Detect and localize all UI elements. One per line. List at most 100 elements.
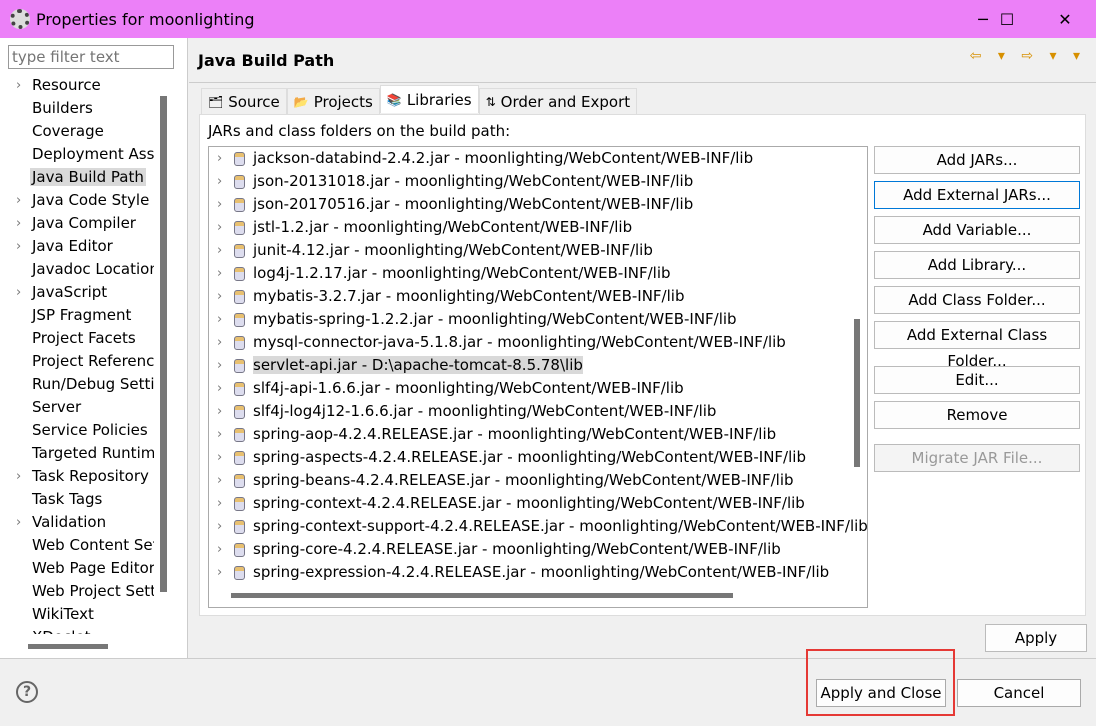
list-horizontal-scrollbar[interactable] <box>231 593 733 598</box>
remove-button[interactable]: Remove <box>874 401 1080 429</box>
tree-item[interactable]: › Java Code Style <box>8 189 154 212</box>
chevron-right-icon[interactable]: › <box>217 354 222 377</box>
jar-list-item[interactable]: › jstl-1.2.jar - moonlighting/WebContent/… <box>209 216 867 239</box>
tree-item[interactable]: Service Policies <box>8 419 154 442</box>
jar-list-item[interactable]: › slf4j-api-1.6.6.jar - moonlighting/WebC… <box>209 377 867 400</box>
add-external-class-folder-button[interactable]: Add External Class Folder... <box>874 321 1080 370</box>
chevron-right-icon[interactable]: › <box>217 423 222 446</box>
jar-list-item[interactable]: › spring-aop-4.2.4.RELEASE.jar - moonligh… <box>209 423 867 446</box>
jar-list-item[interactable]: › spring-context-4.2.4.RELEASE.jar - moon… <box>209 492 867 515</box>
tree-item[interactable]: Server <box>8 396 154 419</box>
chevron-right-icon[interactable]: › <box>217 446 222 469</box>
chevron-right-icon[interactable]: › <box>217 492 222 515</box>
chevron-right-icon[interactable]: › <box>217 308 222 331</box>
add-library-button[interactable]: Add Library... <box>874 251 1080 279</box>
jar-icon <box>234 313 245 327</box>
chevron-right-icon[interactable]: › <box>217 147 222 170</box>
tab-source[interactable]: 🗂 Source <box>201 88 287 114</box>
chevron-right-icon[interactable]: › <box>16 511 21 534</box>
add-variable-button[interactable]: Add Variable... <box>874 216 1080 244</box>
close-button[interactable]: ✕ <box>1040 0 1090 38</box>
chevron-right-icon[interactable]: › <box>217 377 222 400</box>
cancel-button[interactable]: Cancel <box>957 679 1081 707</box>
help-icon[interactable]: ? <box>16 681 38 703</box>
tree-item[interactable]: Builders <box>8 97 154 120</box>
tab-libraries[interactable]: 📚 Libraries <box>379 85 479 113</box>
tree-item[interactable]: JSP Fragment <box>8 304 154 327</box>
chevron-right-icon[interactable]: › <box>217 262 222 285</box>
filter-input[interactable] <box>8 45 174 69</box>
chevron-right-icon[interactable]: › <box>217 193 222 216</box>
jar-list-item[interactable]: › log4j-1.2.17.jar - moonlighting/WebCont… <box>209 262 867 285</box>
chevron-right-icon[interactable]: › <box>217 331 222 354</box>
list-vertical-scrollbar[interactable] <box>853 147 861 607</box>
jar-list-item[interactable]: › spring-core-4.2.4.RELEASE.jar - moonlig… <box>209 538 867 561</box>
history-nav-buttons[interactable]: ⇦ ▾ ⇨ ▾ ▾ <box>970 48 1086 64</box>
add-external-jars-button[interactable]: Add External JARs... <box>874 181 1080 209</box>
jar-icon <box>234 428 245 442</box>
tree-item[interactable]: › JavaScript <box>8 281 154 304</box>
jar-list-item[interactable]: › jackson-databind-2.4.2.jar - moonlighti… <box>209 147 867 170</box>
tree-item[interactable]: Coverage <box>8 120 154 143</box>
tree-item[interactable]: Deployment Assembly <box>8 143 154 166</box>
chevron-right-icon[interactable]: › <box>217 239 222 262</box>
chevron-right-icon[interactable]: › <box>217 285 222 308</box>
add-class-folder-button[interactable]: Add Class Folder... <box>874 286 1080 314</box>
chevron-right-icon[interactable]: › <box>16 235 21 258</box>
apply-button[interactable]: Apply <box>985 624 1087 652</box>
tree-item[interactable]: › Validation <box>8 511 154 534</box>
chevron-right-icon[interactable]: › <box>16 281 21 304</box>
chevron-right-icon[interactable]: › <box>16 74 21 97</box>
chevron-right-icon[interactable]: › <box>217 216 222 239</box>
tree-item[interactable]: › Resource <box>8 74 154 97</box>
tree-item[interactable]: Web Content Settings <box>8 534 154 557</box>
tree-item[interactable]: Javadoc Location <box>8 258 154 281</box>
tree-item[interactable]: Web Page Editor <box>8 557 154 580</box>
chevron-right-icon[interactable]: › <box>16 626 21 634</box>
jar-list-item[interactable]: › json-20170516.jar - moonlighting/WebCon… <box>209 193 867 216</box>
tree-item[interactable]: Targeted Runtimes <box>8 442 154 465</box>
chevron-right-icon[interactable]: › <box>217 400 222 423</box>
chevron-right-icon[interactable]: › <box>217 515 222 538</box>
tree-item[interactable]: Task Tags <box>8 488 154 511</box>
chevron-right-icon[interactable]: › <box>217 561 222 584</box>
jar-list-item[interactable]: › json-20131018.jar - moonlighting/WebCon… <box>209 170 867 193</box>
tree-item[interactable]: › Java Compiler <box>8 212 154 235</box>
chevron-right-icon[interactable]: › <box>16 189 21 212</box>
chevron-right-icon[interactable]: › <box>16 212 21 235</box>
tree-item[interactable]: Web Project Settings <box>8 580 154 603</box>
jar-list-item[interactable]: › spring-context-support-4.2.4.RELEASE.ja… <box>209 515 867 538</box>
edit-button[interactable]: Edit... <box>874 366 1080 394</box>
tree-vertical-scrollbar[interactable] <box>160 96 167 596</box>
maximize-button[interactable]: ☐ <box>982 0 1032 38</box>
jar-list-item[interactable]: › mybatis-spring-1.2.2.jar - moonlighting… <box>209 308 867 331</box>
jar-list-item[interactable]: › spring-aspects-4.2.4.RELEASE.jar - moon… <box>209 446 867 469</box>
jar-list-item[interactable]: › servlet-api.jar - D:\apache-tomcat-8.5.… <box>209 354 867 377</box>
chevron-right-icon[interactable]: › <box>16 465 21 488</box>
add-jars-button[interactable]: Add JARs... <box>874 146 1080 174</box>
jar-list[interactable]: › jackson-databind-2.4.2.jar - moonlighti… <box>208 146 868 608</box>
tab-projects[interactable]: 📂 Projects <box>286 88 380 114</box>
jar-list-item[interactable]: › junit-4.12.jar - moonlighting/WebConten… <box>209 239 867 262</box>
jar-list-item[interactable]: › mybatis-3.2.7.jar - moonlighting/WebCon… <box>209 285 867 308</box>
chevron-right-icon[interactable]: › <box>217 170 222 193</box>
chevron-right-icon[interactable]: › <box>217 538 222 561</box>
tree-item-label: Run/Debug Settings <box>32 375 154 393</box>
chevron-right-icon[interactable]: › <box>217 469 222 492</box>
tree-item[interactable]: Run/Debug Settings <box>8 373 154 396</box>
jar-list-item[interactable]: › spring-beans-4.2.4.RELEASE.jar - moonli… <box>209 469 867 492</box>
tree-item[interactable]: WikiText <box>8 603 154 626</box>
jar-label: log4j-1.2.17.jar - moonlighting/WebConte… <box>253 264 671 282</box>
tree-item[interactable]: › Task Repository <box>8 465 154 488</box>
tree-item[interactable]: › Java Editor <box>8 235 154 258</box>
jar-list-item[interactable]: › spring-expression-4.2.4.RELEASE.jar - m… <box>209 561 867 584</box>
tree-item[interactable]: Project Facets <box>8 327 154 350</box>
jar-list-item[interactable]: › mysql-connector-java-5.1.8.jar - moonli… <box>209 331 867 354</box>
jar-list-item[interactable]: › slf4j-log4j12-1.6.6.jar - moonlighting/… <box>209 400 867 423</box>
tree-item[interactable]: › XDoclet <box>8 626 154 634</box>
tab-order-and-export[interactable]: ⇅ Order and Export <box>478 88 638 114</box>
tree-item[interactable]: Java Build Path <box>8 166 154 189</box>
tree-horizontal-scrollbar[interactable] <box>28 644 108 649</box>
tree-item[interactable]: Project References <box>8 350 154 373</box>
tab-label: Projects <box>313 92 373 111</box>
